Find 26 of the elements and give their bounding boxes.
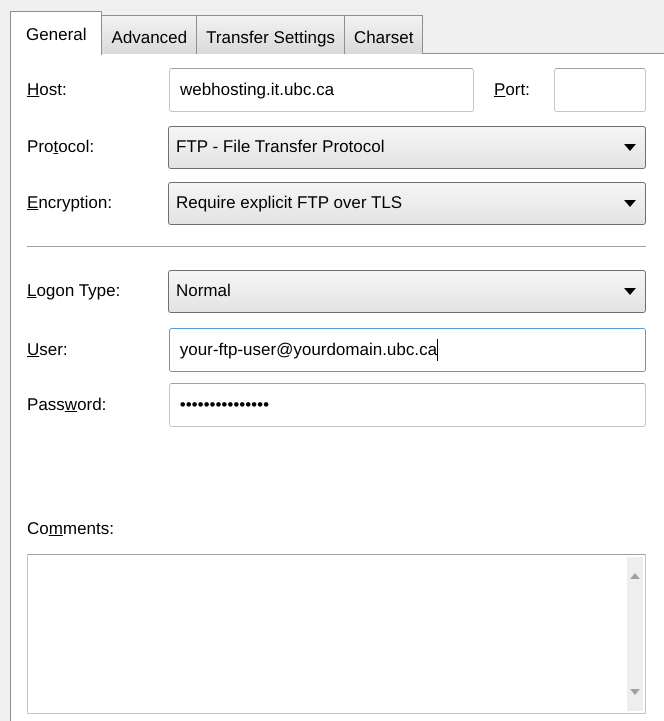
scroll-up-icon[interactable]	[630, 572, 640, 578]
dropdown[interactable]: Require explicit FTP over TLS	[168, 182, 646, 224]
input-field[interactable]: •••••••••••••••	[168, 383, 646, 427]
input-field[interactable]: your-ftp-user@yourdomain.ubc.ca	[168, 328, 646, 372]
field-label: Port:	[494, 79, 531, 102]
tab[interactable]: Charset	[344, 15, 424, 54]
tab[interactable]: Transfer Settings	[196, 15, 345, 54]
caret-icon	[624, 288, 636, 294]
field-label: Password:	[27, 394, 108, 416]
tab[interactable]: General	[10, 11, 102, 55]
scrollbar[interactable]	[627, 556, 643, 710]
field-label: Protocol:	[27, 136, 94, 158]
field-label: Encryption:	[27, 192, 112, 214]
comments-field[interactable]	[27, 554, 646, 714]
caret-icon	[624, 200, 636, 206]
tab[interactable]: Advanced	[101, 15, 198, 54]
dropdown[interactable]: FTP - File Transfer Protocol	[168, 126, 646, 168]
input-field[interactable]	[554, 68, 646, 112]
field-label: Comments:	[27, 518, 115, 540]
caret-icon	[624, 144, 636, 150]
scroll-down-icon[interactable]	[630, 688, 640, 694]
field-label: Host:	[27, 79, 68, 102]
field-label: Logon Type:	[27, 280, 120, 302]
input-field[interactable]: webhosting.it.ubc.ca	[169, 68, 474, 112]
dropdown[interactable]: Normal	[168, 270, 646, 312]
field-label: User:	[27, 339, 69, 362]
